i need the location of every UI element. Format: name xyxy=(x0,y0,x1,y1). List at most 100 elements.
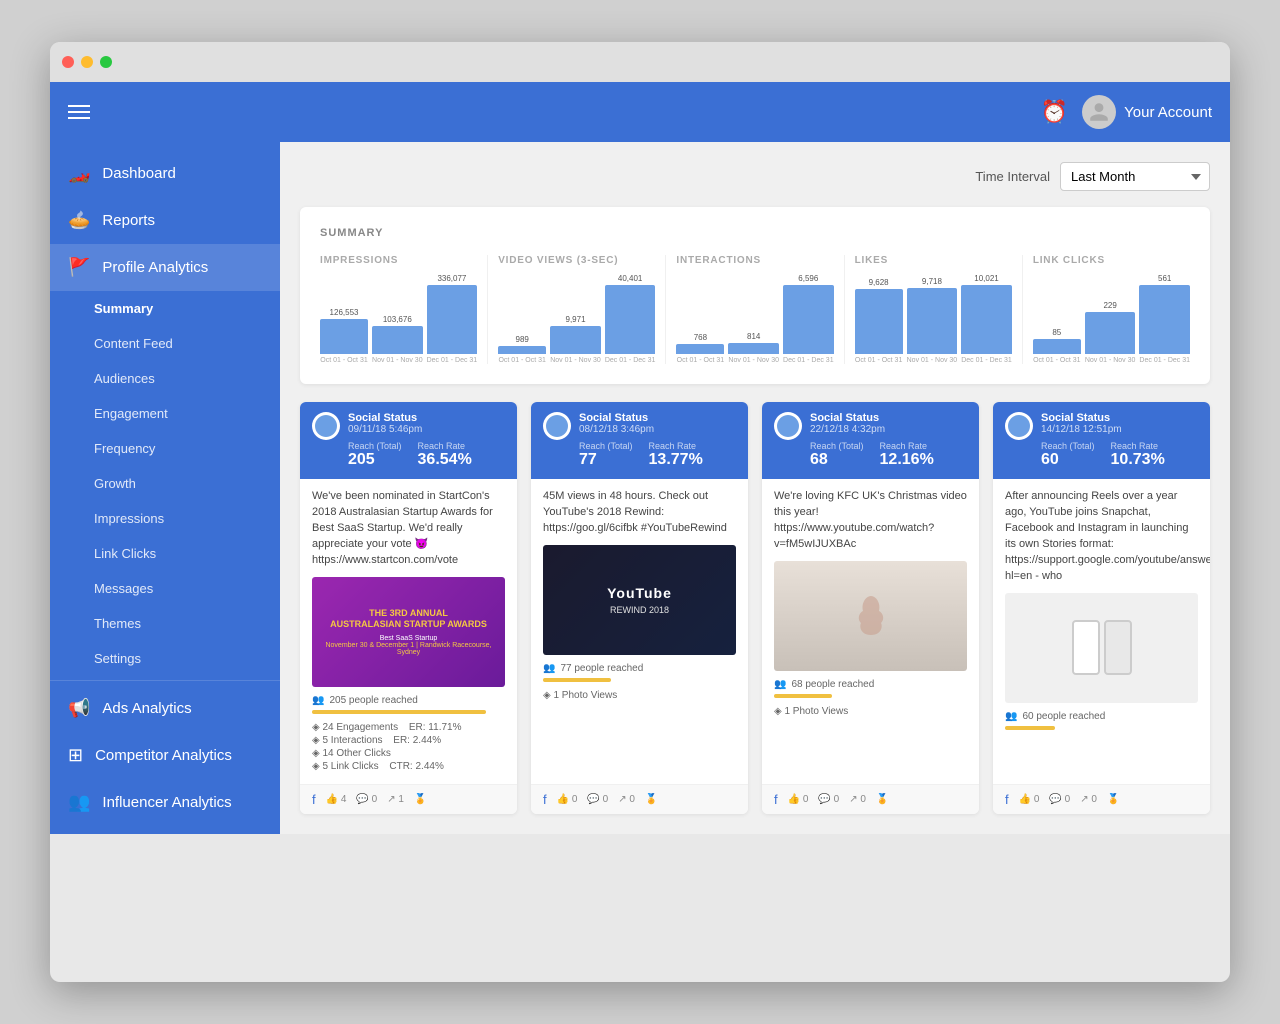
sidebar-sub-audiences[interactable]: Audiences xyxy=(50,361,280,396)
rate-label: Reach Rate xyxy=(880,441,934,451)
post-footer: f 👍 0 💬 0 ↗ 0 🏅 xyxy=(531,784,748,814)
rate-value: 12.16% xyxy=(880,451,934,469)
post-body: 45M views in 48 hours. Check out YouTube… xyxy=(531,479,748,784)
bar-date: Nov 01 - Nov 30 xyxy=(728,357,779,364)
bar-value: 40,401 xyxy=(618,274,642,283)
sidebar-divider xyxy=(50,680,280,681)
people-icon: 👥 xyxy=(774,679,786,690)
post-text: After announcing Reels over a year ago, … xyxy=(1005,489,1198,585)
post-avatar xyxy=(312,412,340,440)
people-reached: 👥 205 people reached xyxy=(312,695,505,706)
chart-label: IMPRESSIONS xyxy=(320,255,477,266)
post-stat-reach: Reach (Total) 205 xyxy=(348,441,402,469)
bar-wrapper: 40,401 Dec 01 - Dec 31 xyxy=(605,274,656,364)
rate-value: 10.73% xyxy=(1111,451,1165,469)
post-card-post-2: Social Status 08/12/18 3:46pm Reach (Tot… xyxy=(531,402,748,814)
post-header-info: Social Status 08/12/18 3:46pm Reach (Tot… xyxy=(579,412,736,469)
comments-stat: 💬 0 xyxy=(1049,794,1070,805)
kfc-image xyxy=(774,561,967,671)
sidebar-item-competitor-analytics[interactable]: ⊞ Competitor Analytics xyxy=(50,732,280,779)
top-bar-right: ⏰ Your Account xyxy=(1041,95,1212,129)
maximize-dot[interactable] xyxy=(100,56,112,68)
minimize-dot[interactable] xyxy=(81,56,93,68)
post-platform: Social Status xyxy=(810,412,967,424)
sidebar-sub-impressions[interactable]: Impressions xyxy=(50,501,280,536)
sidebar-sub-menu: Summary Content Feed Audiences Engagemen… xyxy=(50,291,280,676)
sidebar-sub-messages[interactable]: Messages xyxy=(50,571,280,606)
post-card-header: Social Status 09/11/18 5:46pm Reach (Tot… xyxy=(300,402,517,479)
post-avatar xyxy=(543,412,571,440)
reached-bar xyxy=(774,694,832,698)
sidebar-item-profile-analytics[interactable]: 🚩 Profile Analytics xyxy=(50,244,280,291)
reach-value: 205 xyxy=(348,451,402,469)
post-detail-value: CTR: 2.44% xyxy=(389,761,443,772)
sidebar-item-dashboard[interactable]: 🏎️ Dashboard xyxy=(50,150,280,197)
shares-stat: ↗ 1 xyxy=(387,794,404,805)
chart-label: LINK CLICKS xyxy=(1033,255,1190,266)
bar-value: 10,021 xyxy=(974,274,998,283)
sidebar-item-influencer-analytics[interactable]: 👥 Influencer Analytics xyxy=(50,779,280,826)
bar-value: 561 xyxy=(1158,274,1171,283)
time-interval-select[interactable]: Last Month Last Week Last 3 Months Last … xyxy=(1060,162,1210,191)
bar-date: Nov 01 - Nov 30 xyxy=(907,357,958,364)
app-body: ⏰ Your Account 🏎️ Dashboard 🥧 R xyxy=(50,82,1230,834)
comments-stat: 💬 0 xyxy=(356,794,377,805)
bar-wrapper: 126,553 Oct 01 - Oct 31 xyxy=(320,274,368,364)
sidebar-sub-themes[interactable]: Themes xyxy=(50,606,280,641)
bar-value: 229 xyxy=(1103,301,1116,310)
people-reached: 👥 68 people reached xyxy=(774,679,967,690)
close-dot[interactable] xyxy=(62,56,74,68)
rate-label: Reach Rate xyxy=(649,441,703,451)
post-date: 14/12/18 12:51pm xyxy=(1041,424,1198,435)
reach-label: Reach (Total) xyxy=(348,441,402,451)
post-header-info: Social Status 09/11/18 5:46pm Reach (Tot… xyxy=(348,412,505,469)
sidebar-sub-summary[interactable]: Summary xyxy=(50,291,280,326)
sidebar-item-reports[interactable]: 🥧 Reports xyxy=(50,197,280,244)
profile-analytics-icon: 🚩 xyxy=(68,257,90,278)
reach-value: 68 xyxy=(810,451,864,469)
bar-date: Oct 01 - Oct 31 xyxy=(1033,357,1080,364)
sidebar-sub-content-feed[interactable]: Content Feed xyxy=(50,326,280,361)
post-card-header: Social Status 22/12/18 4:32pm Reach (Tot… xyxy=(762,402,979,479)
bar-date: Dec 01 - Dec 31 xyxy=(783,357,834,364)
sidebar-sub-settings[interactable]: Settings xyxy=(50,641,280,676)
post-stat-rate: Reach Rate 36.54% xyxy=(418,441,472,469)
summary-card: SUMMARY IMPRESSIONS 126,553 Oct 01 - Oct… xyxy=(300,207,1210,384)
facebook-icon: f xyxy=(312,792,316,807)
chart-group-impressions: IMPRESSIONS 126,553 Oct 01 - Oct 31 103,… xyxy=(320,255,488,364)
bar-date: Nov 01 - Nov 30 xyxy=(550,357,601,364)
hamburger-menu[interactable] xyxy=(68,105,90,119)
alarm-icon[interactable]: ⏰ xyxy=(1041,99,1068,125)
bar-wrapper: 9,971 Nov 01 - Nov 30 xyxy=(550,274,601,364)
titlebar xyxy=(50,42,1230,82)
sidebar-sub-growth[interactable]: Growth xyxy=(50,466,280,501)
bar-date: Dec 01 - Dec 31 xyxy=(961,357,1012,364)
post-stats: Reach (Total) 60 Reach Rate 10.73% xyxy=(1041,441,1198,469)
chart-label: VIDEO VIEWS (3-SEC) xyxy=(498,255,655,266)
bar-value: 768 xyxy=(694,333,707,342)
bar xyxy=(320,319,368,354)
startup-image: THE 3RD ANNUALAUSTRALASIAN STARTUP AWARD… xyxy=(312,577,505,687)
avatar-inner xyxy=(546,415,568,437)
sidebar-item-ads-analytics[interactable]: 📢 Ads Analytics xyxy=(50,685,280,732)
bar-value: 103,676 xyxy=(383,315,412,324)
user-label: Your Account xyxy=(1124,104,1212,121)
bar-date: Dec 01 - Dec 31 xyxy=(427,357,478,364)
post-stats: Reach (Total) 205 Reach Rate 36.54% xyxy=(348,441,505,469)
post-footer: f 👍 0 💬 0 ↗ 0 🏅 xyxy=(762,784,979,814)
post-platform: Social Status xyxy=(579,412,736,424)
sidebar-sub-engagement[interactable]: Engagement xyxy=(50,396,280,431)
user-area[interactable]: Your Account xyxy=(1082,95,1212,129)
bar xyxy=(907,288,958,354)
bar-wrapper: 9,628 Oct 01 - Oct 31 xyxy=(855,274,903,364)
sidebar-sub-frequency[interactable]: Frequency xyxy=(50,431,280,466)
post-stat-rate: Reach Rate 10.73% xyxy=(1111,441,1165,469)
post-card-header: Social Status 14/12/18 12:51pm Reach (To… xyxy=(993,402,1210,479)
bar-date: Nov 01 - Nov 30 xyxy=(1085,357,1136,364)
sidebar-sub-link-clicks[interactable]: Link Clicks xyxy=(50,536,280,571)
avatar-inner xyxy=(1008,415,1030,437)
facebook-icon: f xyxy=(543,792,547,807)
bar-value: 814 xyxy=(747,332,760,341)
shares-stat: ↗ 0 xyxy=(849,794,866,805)
user-icon xyxy=(1088,101,1110,123)
